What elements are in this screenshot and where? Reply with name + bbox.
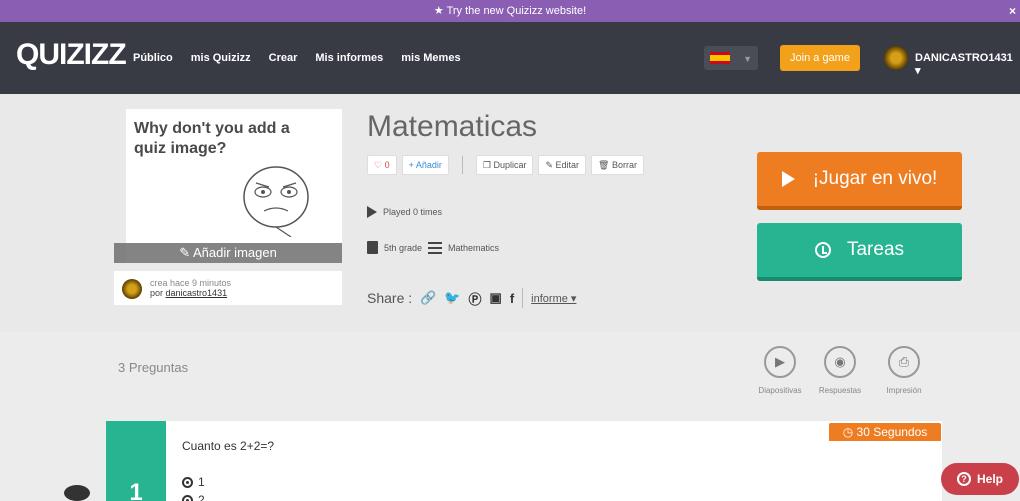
radio-icon	[182, 494, 193, 501]
play-live-button[interactable]: ¡Jugar en vivo!	[757, 152, 962, 210]
like-button[interactable]: ♡ 0	[367, 155, 397, 175]
share-bar: Share : 🔗 🐦 Ⓟ ▣ f informe ▾	[367, 288, 576, 308]
hide-answers-icon[interactable]	[64, 485, 90, 501]
questions-section: 3 Preguntas ▶ Diapositivas ◉ Respuestas …	[0, 332, 1020, 501]
link-icon[interactable]: 🔗	[420, 290, 436, 306]
played-count: Played 0 times	[367, 206, 442, 218]
created-by: por danicastro1431	[150, 288, 227, 298]
quiz-meta: 5th grade Mathematics	[367, 241, 499, 254]
play-icon: ▶	[764, 346, 796, 378]
answers-button[interactable]: ◉ Respuestas	[810, 346, 870, 395]
close-icon[interactable]: ×	[1009, 0, 1016, 22]
add-image-label: Añadir imagen	[192, 245, 277, 260]
join-game-button[interactable]: Join a game	[780, 45, 860, 71]
edit-button[interactable]: ✎ Editar	[538, 155, 587, 175]
creator-avatar	[122, 279, 142, 299]
top-navbar: QUIZIZZ Público mis Quizizz Crear Mis in…	[0, 22, 1020, 94]
user-menu[interactable]: DANICASTRO1431 ▾	[915, 52, 1020, 77]
option-2: 2	[182, 493, 205, 501]
nav-link-mis-memes[interactable]: mis Memes	[401, 52, 460, 64]
page-title: Matematicas	[367, 110, 538, 143]
creator-link[interactable]: danicastro1431	[166, 288, 228, 298]
nav-link-mis-quizizz[interactable]: mis Quizizz	[191, 52, 251, 64]
time-limit-label: 30 Segundos	[856, 425, 928, 439]
nav-link-mis-informes[interactable]: Mis informes	[315, 52, 383, 64]
created-time: crea hace 9 minutos	[150, 278, 232, 288]
homework-button[interactable]: Tareas	[757, 223, 962, 281]
meme-face-icon	[243, 166, 309, 237]
grade-label: 5th grade	[384, 242, 423, 253]
option-label: 2	[198, 493, 205, 501]
quiz-image-placeholder[interactable]: Why don't you add a quiz image?	[126, 109, 342, 263]
time-limit-badge: ◷ 30 Segundos	[829, 423, 941, 441]
print-icon: ⎙	[888, 346, 920, 378]
heart-icon: ♡	[374, 160, 385, 170]
twitter-icon[interactable]: 🐦	[444, 290, 460, 306]
quiz-actions: ♡ 0 + Añadir ❐ Duplicar ✎ Editar 🗑 Borra…	[367, 155, 644, 175]
delete-label: Borrar	[611, 160, 637, 170]
question-icon: ?	[956, 472, 971, 486]
avatar[interactable]	[884, 46, 908, 70]
quiz-header: Why don't you add a quiz image? ✎ Añadir…	[0, 94, 1020, 332]
promo-text[interactable]: ★ Try the new Quizizz website!	[434, 5, 586, 17]
like-count: 0	[384, 160, 390, 170]
edit-icon: ✎	[545, 160, 556, 170]
question-count: 3 Preguntas	[118, 360, 189, 375]
play-live-label: ¡Jugar en vivo!	[812, 168, 938, 189]
clock-icon	[814, 242, 831, 258]
help-label: Help	[976, 472, 1003, 486]
option-label: 1	[198, 475, 205, 489]
help-button[interactable]: ? Help	[941, 463, 1019, 495]
duplicate-label: Duplicar	[493, 160, 527, 170]
option-1: 1	[182, 475, 205, 489]
nav-link-crear[interactable]: Crear	[269, 52, 298, 64]
radio-icon	[182, 476, 193, 488]
creator-info: crea hace 9 minutos por danicastro1431	[114, 271, 342, 305]
chevron-down-icon: ▼	[743, 54, 752, 64]
share-label: Share :	[367, 290, 413, 306]
print-label: Impresión	[886, 386, 922, 395]
edit-label: Editar	[555, 160, 580, 170]
answers-label: Respuestas	[818, 386, 862, 395]
spain-flag-icon	[710, 52, 730, 64]
play-icon	[781, 171, 795, 187]
language-selector[interactable]: ▼	[704, 46, 758, 70]
question-number: 1	[106, 421, 166, 501]
nav-links: Público mis Quizizz Crear Mis informes m…	[133, 52, 461, 64]
eye-icon: ◉	[824, 346, 856, 378]
play-icon	[367, 206, 377, 218]
played-text: Played 0 times	[383, 207, 443, 217]
subject-label: Mathematics	[448, 242, 500, 253]
list-icon	[428, 241, 443, 254]
copy-icon: ❐	[482, 160, 494, 170]
slides-label: Diapositivas	[758, 386, 802, 395]
image-prompt: Why don't you add a quiz image?	[134, 120, 290, 157]
add-image-button[interactable]: ✎ Añadir imagen	[114, 243, 342, 263]
divider	[522, 288, 524, 308]
print-button[interactable]: ⎙ Impresión	[874, 346, 934, 395]
promo-banner[interactable]: ★ Try the new Quizizz website! ×	[0, 0, 1020, 22]
edit-icon: ✎	[179, 245, 193, 260]
question-card[interactable]: 1 Cuanto es 2+2=? 1 2	[106, 421, 942, 501]
trash-icon: 🗑	[598, 160, 612, 170]
delete-button[interactable]: 🗑 Borrar	[591, 155, 644, 175]
book-icon	[367, 241, 378, 254]
pinterest-icon[interactable]: Ⓟ	[469, 289, 482, 308]
divider	[461, 156, 463, 174]
duplicate-button[interactable]: ❐ Duplicar	[475, 155, 534, 175]
slides-button[interactable]: ▶ Diapositivas	[750, 346, 810, 395]
google-classroom-icon[interactable]: ▣	[490, 290, 502, 306]
add-to-collection-button[interactable]: + Añadir	[401, 155, 449, 175]
nav-link-publico[interactable]: Público	[133, 52, 173, 64]
by-prefix: por	[150, 288, 164, 298]
report-dropdown[interactable]: informe ▾	[531, 292, 576, 305]
question-text: Cuanto es 2+2=?	[182, 439, 275, 453]
facebook-icon[interactable]: f	[510, 291, 514, 306]
logo[interactable]: QUIZIZZ	[16, 38, 127, 72]
homework-label: Tareas	[846, 239, 905, 260]
clock-icon: ◷	[842, 425, 857, 439]
